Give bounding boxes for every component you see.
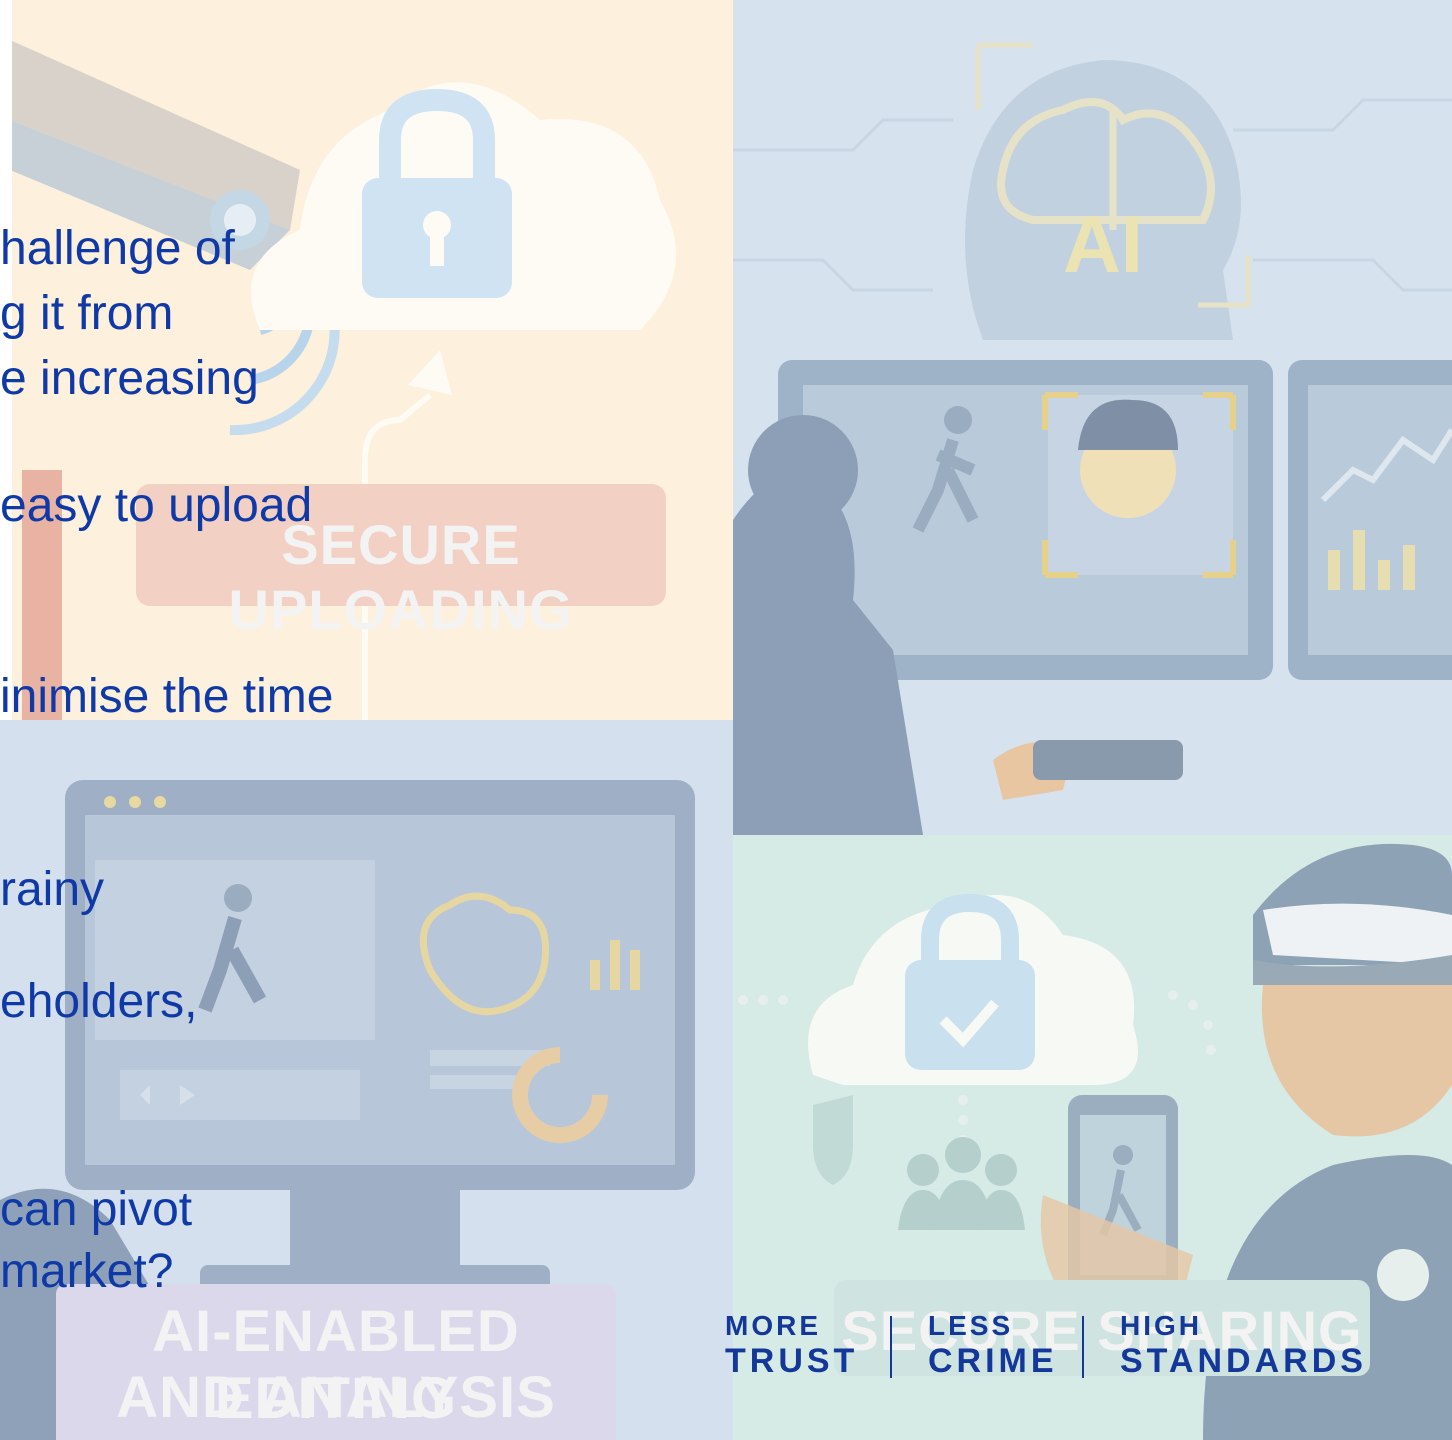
slide-text-line-8: can pivot — [0, 1183, 193, 1236]
slide-text-line-1: hallenge of — [0, 222, 235, 275]
brand-crime: CRIME — [928, 1342, 1058, 1380]
svg-text:AI: AI — [1063, 200, 1143, 289]
ai-editing-panel: AI-ENABLED EDITING AND ANALYSIS — [0, 720, 733, 1440]
brand-less-crime: LESS CRIME — [928, 1310, 1058, 1380]
brand-high-standards: HIGH STANDARDS — [1120, 1310, 1367, 1380]
slide-text-line-3: e increasing — [0, 352, 259, 405]
brand-more: MORE — [725, 1310, 821, 1341]
brand-less: LESS — [928, 1310, 1014, 1341]
slide-text-line-6: rainy — [0, 863, 105, 916]
slide-text-line-2: g it from — [0, 287, 174, 340]
slide-text-line-7: eholders, — [0, 975, 198, 1028]
brand-more-trust: MORE TRUST — [725, 1310, 858, 1380]
brand-high: HIGH — [1120, 1310, 1202, 1341]
brand-standards: STANDARDS — [1120, 1342, 1367, 1380]
ai-illustration: AI — [733, 0, 1452, 835]
ai-editing-banner: AI-ENABLED EDITING AND ANALYSIS — [56, 1284, 616, 1440]
slide-text-line-9: market? — [0, 1245, 174, 1298]
slide-text-line-4: easy to upload — [0, 479, 313, 532]
brand-divider — [1082, 1316, 1084, 1378]
ai-panel: AI — [733, 0, 1452, 835]
brand-trust: TRUST — [725, 1342, 859, 1380]
slide-text-line-5: inimise the time — [0, 670, 334, 723]
ai-editing-label-line2: AND ANALYSIS — [116, 1365, 556, 1430]
brand-divider — [890, 1316, 892, 1378]
